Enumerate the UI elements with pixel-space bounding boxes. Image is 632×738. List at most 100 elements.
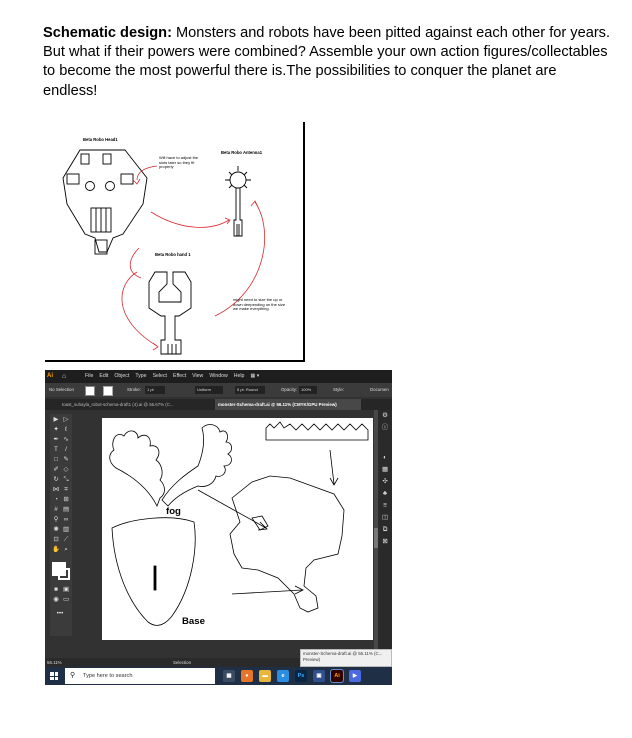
base-label: Base xyxy=(182,616,205,627)
brushes-icon[interactable]: ✣ xyxy=(381,478,389,486)
home-icon[interactable]: ⌂ xyxy=(62,372,71,381)
task-view-icon[interactable]: ▦ xyxy=(223,670,235,682)
scale-tool-icon[interactable]: ⤡ xyxy=(62,476,70,484)
decor-spikes xyxy=(265,421,369,441)
pen-tool-icon[interactable]: ✒ xyxy=(52,436,60,444)
rotate-tool-icon[interactable]: ↻ xyxy=(52,476,60,484)
color-mode-icon[interactable]: ■ xyxy=(52,586,60,594)
taskbar-search-box[interactable]: ⚲ Type here to search xyxy=(65,668,215,684)
brush-dropdown[interactable]: 5 pt. Round xyxy=(235,386,265,394)
free-transform-icon[interactable]: ⌗ xyxy=(62,486,70,494)
selection-status: No Selection xyxy=(49,387,74,392)
type-tool-icon[interactable]: T xyxy=(52,446,60,454)
profile-dropdown[interactable]: Uniform xyxy=(195,386,223,394)
fill-swatch[interactable] xyxy=(85,386,95,396)
robot-eye-right xyxy=(105,181,115,191)
menu-effect[interactable]: Effect xyxy=(173,373,186,379)
menu-select[interactable]: Select xyxy=(153,373,167,379)
info-icon[interactable]: ⓘ xyxy=(381,424,389,432)
head-slot-left xyxy=(66,173,80,185)
file-explorer-icon[interactable]: ▬ xyxy=(259,670,271,682)
menu-edit[interactable]: Edit xyxy=(99,373,108,379)
eyedropper-tool-icon[interactable]: ⚲ xyxy=(52,516,60,524)
slice-tool-icon[interactable]: ⟋ xyxy=(62,536,70,544)
symbols-icon[interactable]: ♣ xyxy=(381,490,389,498)
opacity-field[interactable]: 100% xyxy=(299,386,317,394)
menu-help[interactable]: Help xyxy=(234,373,245,379)
control-bar: No Selection Stroke: 1 pt Uniform 5 pt. … xyxy=(45,383,392,397)
direct-select-tool-icon[interactable]: ▷ xyxy=(62,416,70,424)
slots-note: Will have to adjust the slots later so t… xyxy=(159,155,199,170)
perspective-grid-icon[interactable]: ⊞ xyxy=(62,496,70,504)
horn-right-outline xyxy=(161,424,232,507)
antenna-ball xyxy=(229,171,247,189)
symbol-sprayer-icon[interactable]: ✺ xyxy=(52,526,60,534)
windows-start-icon[interactable] xyxy=(50,672,58,680)
menu-window[interactable]: Window xyxy=(209,373,227,379)
color-panel-icon[interactable]: ◐ xyxy=(381,454,389,462)
robot-eye-left xyxy=(85,181,95,191)
firefox-icon[interactable]: ● xyxy=(241,670,253,682)
illustrator-screenshot: Ai ⌂ File Edit Object Type Select Effect… xyxy=(45,370,392,685)
graph-tool-icon[interactable]: ▥ xyxy=(62,526,70,534)
curvature-tool-icon[interactable]: ∿ xyxy=(62,436,70,444)
draw-mode-icon[interactable]: ◉ xyxy=(52,596,60,604)
shaper-tool-icon[interactable]: ✐ xyxy=(52,466,60,474)
magic-wand-icon[interactable]: ✦ xyxy=(52,426,60,434)
stroke-weight-field[interactable]: 1 pt xyxy=(145,386,165,394)
head-slot-right xyxy=(120,173,134,185)
stroke-color-swatch[interactable] xyxy=(58,568,70,580)
width-tool-icon[interactable]: ⋈ xyxy=(52,486,60,494)
base-slot xyxy=(153,565,157,591)
photoshop-icon[interactable]: Ps xyxy=(295,670,307,682)
gradient-mode-icon[interactable]: ▣ xyxy=(62,586,70,594)
intro-paragraph: Schematic design: Monsters and robots ha… xyxy=(43,24,613,101)
tab-monster-schema[interactable]: monster-Schema-draft.ai @ 56.11% (CMYK/G… xyxy=(215,399,361,410)
rectangle-tool-icon[interactable]: □ xyxy=(52,456,60,464)
properties-icon[interactable]: ⚙ xyxy=(381,412,389,420)
artboard-tool-icon[interactable]: ⊡ xyxy=(52,536,60,544)
photos-icon[interactable]: ▣ xyxy=(313,670,325,682)
menu-object[interactable]: Object xyxy=(114,373,129,379)
blend-tool-icon[interactable]: ∞ xyxy=(62,516,70,524)
menu-file[interactable]: File xyxy=(85,373,93,379)
illustrator-icon[interactable]: Ai xyxy=(330,669,344,683)
head-label: Beta Robo Head1 xyxy=(83,137,118,142)
artboards-panel-icon[interactable]: ⧉ xyxy=(381,526,389,534)
screen-mode-icon[interactable]: ▭ xyxy=(62,596,70,604)
eraser-tool-icon[interactable]: ◇ xyxy=(62,466,70,474)
zoom-level[interactable]: 56.11% xyxy=(47,660,62,665)
intro-lead: Schematic design: xyxy=(43,25,172,41)
panels-dock: ⚙ ⓘ ◐ ▦ ✣ ♣ ≡ ◫ ⧉ ⊠ xyxy=(378,410,392,660)
stroke-swatch[interactable] xyxy=(103,386,113,396)
zoom-tool-icon[interactable]: ⌕ xyxy=(62,546,70,554)
antenna-label: Beta Robo Antenna1 xyxy=(221,150,263,155)
robot-head-outline xyxy=(62,149,148,253)
zoom-app-icon[interactable]: ▶ xyxy=(349,670,361,682)
gradient-tool-icon[interactable]: ▤ xyxy=(62,506,70,514)
document-setup-button[interactable]: Documen xyxy=(370,387,389,392)
paintbrush-tool-icon[interactable]: ✎ xyxy=(62,456,70,464)
lasso-tool-icon[interactable]: ℓ xyxy=(62,426,70,434)
edge-icon[interactable]: e xyxy=(277,670,289,682)
document-tabs: toast_suhayla_robot-schema-draft1 (4).ai… xyxy=(45,399,392,410)
menu-view[interactable]: View xyxy=(192,373,203,379)
windows-taskbar: ⚲ Type here to search ▦ ● ▬ e Ps ▣ Ai ▶ xyxy=(45,667,392,685)
swatches-icon[interactable]: ▦ xyxy=(381,466,389,474)
layers-icon[interactable]: ◫ xyxy=(381,514,389,522)
more-tools-icon[interactable]: ••• xyxy=(56,610,64,618)
schematic-figure: Beta Robo Head1 Beta Robo Antenna1 Beta … xyxy=(45,122,305,362)
search-icon: ⚲ xyxy=(70,672,76,679)
selection-tool-icon[interactable]: ▶ xyxy=(52,416,60,424)
menu-type[interactable]: Type xyxy=(135,373,146,379)
mesh-tool-icon[interactable]: # xyxy=(52,506,60,514)
shape-builder-icon[interactable]: ◔ xyxy=(52,496,60,504)
tab-toast-schema[interactable]: toast_suhayla_robot-schema-draft1 (4).ai… xyxy=(59,399,177,410)
menu-bar: Ai ⌂ File Edit Object Type Select Effect… xyxy=(45,370,392,383)
hand-tool-icon[interactable]: ✋ xyxy=(52,546,60,554)
stroke-panel-icon[interactable]: ≡ xyxy=(381,502,389,510)
workspace-switcher-icon[interactable]: ▦ ▾ xyxy=(250,373,259,379)
line-tool-icon[interactable]: / xyxy=(62,446,70,454)
fog-label: fog xyxy=(166,506,181,517)
transform-panel-icon[interactable]: ⊠ xyxy=(381,538,389,546)
